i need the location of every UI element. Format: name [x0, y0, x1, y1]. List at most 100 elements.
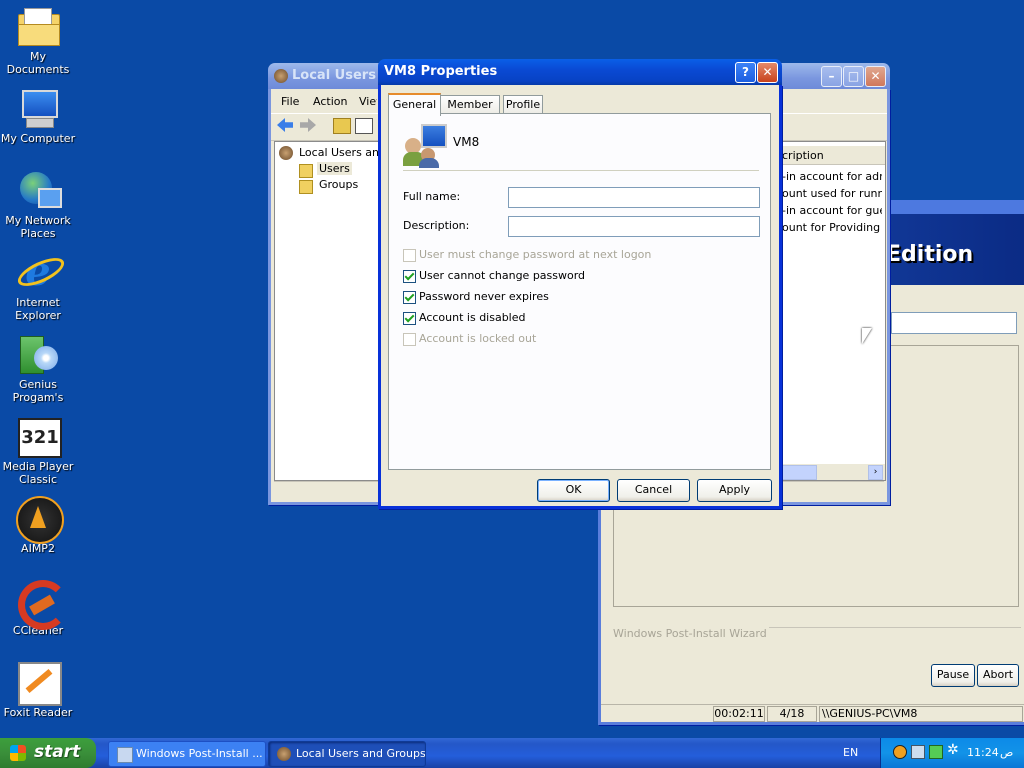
- desktop-icon-mpc[interactable]: 321 Media Player Classic: [0, 410, 76, 486]
- desktop-icon-ccleaner[interactable]: CCleaner: [0, 574, 76, 637]
- users-icon: [277, 747, 291, 761]
- desktop-icon-ie[interactable]: e Internet Explorer: [0, 246, 76, 322]
- column-header[interactable]: cription: [780, 146, 885, 165]
- system-tray: ✲ 11:24 ص: [880, 738, 1024, 768]
- scroll-right-icon[interactable]: ›: [868, 465, 883, 480]
- menu-file[interactable]: File: [281, 95, 299, 108]
- checkbox: [403, 249, 416, 262]
- desktop-icon-label: Foxit Reader: [3, 706, 73, 719]
- checkbox[interactable]: [403, 291, 416, 304]
- network-icon: [16, 168, 62, 212]
- checkbox-label[interactable]: Account is disabled: [419, 311, 526, 324]
- tab-profile[interactable]: Profile: [503, 95, 543, 114]
- description-field[interactable]: [508, 216, 760, 237]
- network-tray-icon[interactable]: [911, 745, 925, 759]
- dialog-title: VM8 Properties: [384, 64, 498, 79]
- desktop-icon-label: Internet Explorer: [15, 296, 61, 322]
- minimize-button[interactable]: –: [821, 66, 842, 87]
- table-row[interactable]: ount used for running: [782, 187, 882, 200]
- clock-ampm: ص: [1000, 746, 1014, 759]
- desktop-icon-genius[interactable]: Genius Progam's: [0, 328, 76, 404]
- checkbox[interactable]: [403, 312, 416, 325]
- desktop-icon-label: Media Player Classic: [2, 460, 74, 486]
- start-button[interactable]: start: [0, 738, 96, 768]
- ie-icon: e: [14, 250, 68, 294]
- taskbar-item-label: Windows Post-Install ...: [136, 747, 263, 760]
- tab-panel-general: VM8 Full name: Description: User must ch…: [388, 113, 771, 470]
- desktop-icon-aimp[interactable]: AIMP2: [0, 492, 76, 555]
- wizard-field[interactable]: [891, 312, 1017, 334]
- desktop-icon-network[interactable]: My Network Places: [0, 164, 76, 240]
- mouse-cursor-icon: [862, 328, 872, 344]
- star-tray-icon[interactable]: ✲: [947, 742, 959, 758]
- menu-action[interactable]: Action: [313, 95, 347, 108]
- computer-icon: [16, 86, 60, 130]
- back-icon[interactable]: [277, 118, 293, 132]
- desktop-icon-label: My Network Places: [5, 214, 71, 240]
- lusrmgr-list: cription -in account for adminis ount use…: [779, 141, 886, 481]
- machine-path: \\GENIUS-PC\VM8: [819, 706, 1023, 722]
- pause-button[interactable]: Pause: [931, 664, 975, 687]
- username-label: VM8: [453, 135, 480, 149]
- apply-button[interactable]: Apply: [697, 479, 772, 502]
- forward-icon[interactable]: [300, 118, 316, 132]
- horizontal-scrollbar[interactable]: ›: [780, 464, 885, 480]
- desktop-icon-label: Genius Progam's: [12, 378, 64, 404]
- separator: [403, 170, 759, 171]
- dialog-titlebar[interactable]: VM8 Properties ? ✕: [378, 59, 782, 85]
- checkbox-label[interactable]: Password never expires: [419, 290, 549, 303]
- foxit-icon: [16, 660, 62, 706]
- tab-general[interactable]: General: [388, 93, 441, 116]
- table-row[interactable]: -in account for adminis: [782, 170, 882, 183]
- column-header-label: cription: [782, 149, 824, 162]
- taskbar-item-wizard[interactable]: Windows Post-Install ...: [108, 741, 266, 767]
- ok-button[interactable]: OK: [537, 479, 610, 502]
- desktop-icon-my-computer[interactable]: My Computer: [0, 82, 76, 145]
- checkbox: [403, 333, 416, 346]
- cancel-button[interactable]: Cancel: [617, 479, 690, 502]
- lusrmgr-tree: Local Users and G Users Groups: [274, 141, 381, 481]
- menu-view[interactable]: View: [359, 95, 377, 108]
- tree-root[interactable]: Local Users and G: [299, 146, 379, 159]
- full-name-field[interactable]: [508, 187, 760, 208]
- wizard-statusbar: 00:02:11 4/18 \\GENIUS-PC\VM8: [601, 704, 1024, 722]
- taskbar-item-label: Local Users and Groups: [296, 747, 426, 760]
- security-tray-icon[interactable]: [929, 745, 943, 759]
- folder-icon: [299, 180, 313, 194]
- help-button[interactable]: ?: [735, 62, 756, 83]
- desktop-icon-my-documents[interactable]: My Documents: [0, 0, 76, 76]
- show-tree-icon[interactable]: [355, 118, 373, 134]
- elapsed-time: 00:02:11: [713, 706, 765, 722]
- users-icon: [274, 69, 288, 83]
- wizard-group-label: Windows Post-Install Wizard: [611, 627, 769, 640]
- description-label: Description:: [403, 219, 470, 232]
- scroll-thumb[interactable]: [780, 465, 817, 480]
- folder-icon: [299, 164, 313, 178]
- start-label: start: [34, 742, 81, 762]
- checkbox-label: Account is locked out: [419, 332, 537, 345]
- tree-item-groups[interactable]: Groups: [319, 178, 358, 191]
- close-button[interactable]: ✕: [865, 66, 886, 87]
- clock[interactable]: 11:24: [967, 746, 999, 759]
- table-row[interactable]: -in account for guest a: [782, 204, 882, 217]
- folder-documents-icon: [16, 4, 60, 48]
- close-button[interactable]: ✕: [757, 62, 778, 83]
- abort-button[interactable]: Abort: [977, 664, 1019, 687]
- windows-logo-icon: [10, 745, 26, 761]
- up-folder-icon[interactable]: [333, 118, 351, 134]
- language-indicator[interactable]: EN: [843, 746, 858, 759]
- checkbox-label[interactable]: User cannot change password: [419, 269, 585, 282]
- vm8-properties-dialog[interactable]: VM8 Properties ? ✕ General Member Of Pro…: [378, 59, 782, 509]
- checkbox-label: User must change password at next logon: [419, 248, 652, 261]
- tree-item-users[interactable]: Users: [317, 162, 352, 175]
- ccleaner-icon: [16, 578, 68, 630]
- wizard-app-icon: [117, 747, 133, 763]
- aimp-tray-icon[interactable]: [893, 745, 907, 759]
- taskbar-item-lusrmgr[interactable]: Local Users and Groups: [268, 741, 426, 767]
- tab-member-of[interactable]: Member Of: [440, 95, 500, 129]
- maximize-button[interactable]: □: [843, 66, 864, 87]
- desktop-icon-label: My Documents: [6, 50, 70, 76]
- checkbox[interactable]: [403, 270, 416, 283]
- table-row[interactable]: ount for Providing Rem: [782, 221, 882, 234]
- desktop-icon-foxit[interactable]: Foxit Reader: [0, 656, 76, 719]
